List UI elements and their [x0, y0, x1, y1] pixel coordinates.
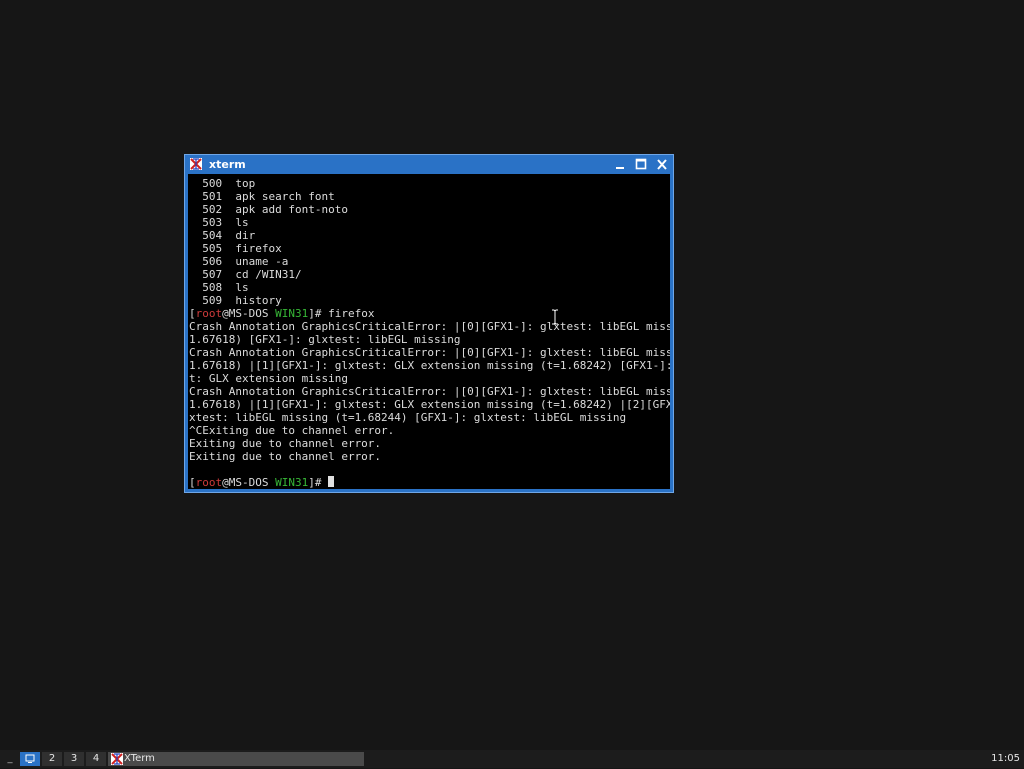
history-entry: 501 apk search font [189, 190, 670, 203]
prompt-user: root [195, 307, 223, 320]
history-entry: 507 cd /WIN31/ [189, 268, 670, 281]
workspace-1-button[interactable] [20, 752, 40, 766]
history-number: 500 [202, 177, 223, 190]
history-command: firefox [235, 242, 282, 255]
history-number: 506 [202, 255, 223, 268]
history-number: 502 [202, 203, 223, 216]
maximize-button[interactable] [634, 158, 648, 171]
output-line: Crash Annotation GraphicsCriticalError: … [189, 385, 670, 398]
prompt-dir: WIN31 [275, 476, 309, 489]
output-line: Exiting due to channel error. [189, 450, 382, 463]
history-command: ls [235, 281, 249, 294]
terminal-output[interactable]: 500 top 501 apk search font 502 apk add … [188, 174, 670, 489]
history-command: ls [235, 216, 249, 229]
history-command: uname -a [235, 255, 289, 268]
prompt-host: @MS-DOS [222, 307, 269, 320]
output-line: 1.67618) |[1][GFX1-]: glxtest: GLX exten… [189, 398, 670, 411]
clock: 11:05 [991, 753, 1020, 764]
history-command: history [235, 294, 282, 307]
window-titlebar[interactable]: xterm [188, 155, 670, 174]
xterm-window[interactable]: xterm 500 top 501 apk search font 502 ap… [184, 154, 674, 493]
prompt-user: root [195, 476, 223, 489]
output-line: Crash Annotation GraphicsCriticalError: … [189, 320, 670, 333]
history-entry: 506 uname -a [189, 255, 670, 268]
close-button[interactable] [655, 158, 669, 171]
history-command: dir [235, 229, 256, 242]
history-number: 501 [202, 190, 223, 203]
workspace-3-button[interactable]: 3 [64, 752, 84, 766]
workspace-4-button[interactable]: 4 [86, 752, 106, 766]
output-line: xtest: libEGL missing (t=1.68244) [GFX1-… [189, 411, 627, 424]
history-entry: 509 history [189, 294, 670, 307]
history-number: 505 [202, 242, 223, 255]
history-command: apk search font [235, 190, 335, 203]
active-prompt-line[interactable]: [root@MS-DOS WIN31]# [189, 476, 670, 489]
prompt-dir: WIN31 [275, 307, 309, 320]
desktop: xterm 500 top 501 apk search font 502 ap… [0, 0, 1024, 750]
output-line: Exiting due to channel error. [189, 437, 382, 450]
history-command: cd /WIN31/ [235, 268, 302, 281]
taskbar-item-xterm[interactable]: XTerm [108, 752, 364, 766]
history-command: apk add font-noto [235, 203, 348, 216]
history-command: top [235, 177, 256, 190]
show-desktop-button[interactable]: _ [2, 752, 18, 766]
window-title: xterm [209, 158, 246, 171]
history-list: 500 top 501 apk search font 502 apk add … [189, 177, 670, 307]
history-number: 504 [202, 229, 223, 242]
history-entry: 500 top [189, 177, 670, 190]
xterm-icon [111, 753, 123, 765]
minimize-button[interactable] [613, 158, 627, 171]
output-line: 1.67618) |[1][GFX1-]: glxtest: GLX exten… [189, 359, 670, 372]
xterm-icon [190, 158, 202, 170]
history-entry: 503 ls [189, 216, 670, 229]
prompt-line: [root@MS-DOS WIN31]# firefox [189, 307, 375, 320]
output-line: 1.67618) [GFX1-]: glxtest: libEGL missin… [189, 333, 461, 346]
output-line: Crash Annotation GraphicsCriticalError: … [189, 346, 670, 359]
history-number: 509 [202, 294, 223, 307]
monitor-icon [25, 754, 35, 763]
history-entry: 504 dir [189, 229, 670, 242]
prompt-host: @MS-DOS [222, 476, 269, 489]
command-output: Crash Annotation GraphicsCriticalError: … [189, 320, 670, 463]
history-number: 503 [202, 216, 223, 229]
history-number: 508 [202, 281, 223, 294]
taskbar: _ 2 3 4 XTerm 11:05 [0, 750, 1024, 768]
workspace-2-button[interactable]: 2 [42, 752, 62, 766]
output-line: ^CExiting due to channel error. [189, 424, 395, 437]
history-entry: 508 ls [189, 281, 670, 294]
text-cursor [328, 476, 335, 487]
history-number: 507 [202, 268, 223, 281]
history-entry: 502 apk add font-noto [189, 203, 670, 216]
output-line: t: GLX extension missing [189, 372, 348, 385]
history-entry: 505 firefox [189, 242, 670, 255]
prompt-command: firefox [328, 307, 375, 320]
ibeam-cursor-icon [552, 309, 558, 325]
taskbar-item-label: XTerm [124, 753, 155, 764]
